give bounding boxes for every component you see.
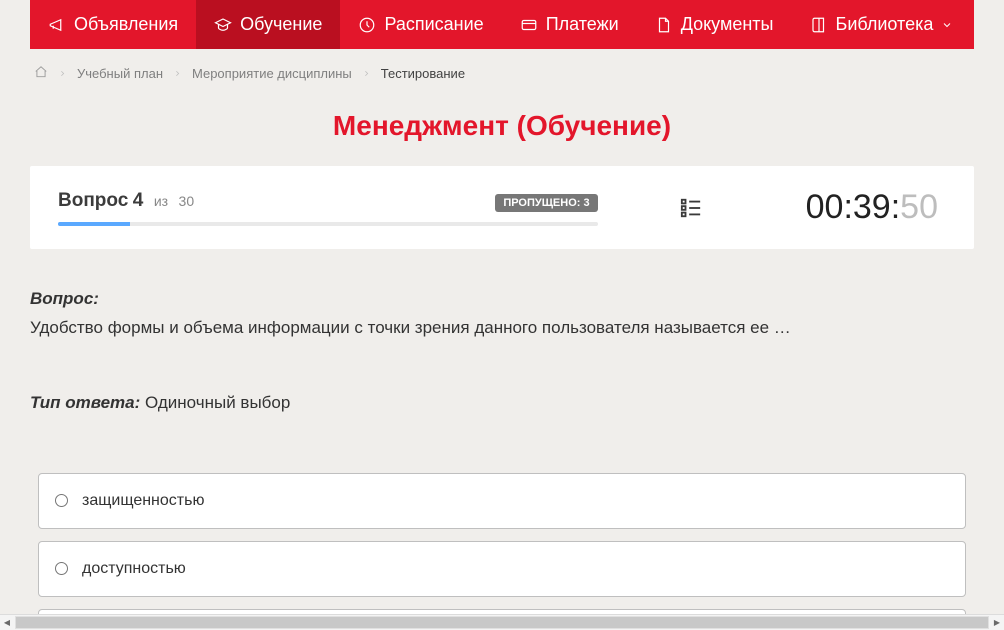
breadcrumb-current: Тестирование	[381, 66, 465, 81]
megaphone-icon	[48, 16, 66, 34]
chevron-right-icon	[362, 66, 371, 81]
scroll-track[interactable]	[15, 616, 989, 629]
question-of-word: из	[154, 193, 168, 209]
graduation-cap-icon	[214, 16, 232, 34]
progress-bar	[58, 222, 598, 226]
file-icon	[655, 16, 673, 34]
chevron-down-icon	[941, 19, 953, 31]
breadcrumb-link[interactable]: Учебный план	[77, 66, 163, 81]
answer-option[interactable]: защищенностью	[38, 473, 966, 529]
timer-seconds: 39	[853, 188, 891, 226]
question-number: 4	[133, 190, 144, 211]
scroll-left-arrow[interactable]: ◀	[0, 618, 14, 627]
chevron-right-icon	[58, 66, 67, 81]
nav-item-payments[interactable]: Платежи	[502, 0, 637, 49]
answer-type-value: Одиночный выбор	[145, 393, 290, 412]
question-status-card: Вопрос 4 из 30 ПРОПУЩЕНО: 3 00:39:50	[30, 166, 974, 249]
main-viewport[interactable]: Объявления Обучение Расписание Платежи Д…	[0, 0, 1004, 614]
timer-minutes: 00	[806, 188, 844, 226]
answer-option[interactable]: доступностью	[38, 541, 966, 597]
main-nav: Объявления Обучение Расписание Платежи Д…	[30, 0, 974, 49]
answers-list: защищенностью доступностью релевантность…	[38, 473, 966, 615]
scroll-thumb[interactable]	[16, 617, 988, 628]
progress-fill	[58, 222, 130, 226]
question-text: Удобство формы и объема информации с точ…	[30, 315, 974, 341]
nav-item-announcements[interactable]: Объявления	[30, 0, 196, 49]
answer-radio[interactable]	[55, 562, 68, 575]
nav-item-learning[interactable]: Обучение	[196, 0, 340, 49]
nav-label: Библиотека	[836, 14, 934, 35]
clock-icon	[358, 16, 376, 34]
answer-text: защищенностью	[82, 492, 204, 510]
question-label: Вопрос:	[30, 289, 974, 309]
answer-radio[interactable]	[55, 494, 68, 507]
nav-label: Объявления	[74, 14, 178, 35]
book-icon	[810, 16, 828, 34]
question-word: Вопрос	[58, 190, 128, 211]
scroll-right-arrow[interactable]: ▶	[990, 618, 1004, 627]
skipped-badge: ПРОПУЩЕНО: 3	[495, 194, 597, 212]
question-total: 30	[179, 193, 195, 209]
home-icon[interactable]	[34, 65, 48, 82]
page-title: Менеджмент (Обучение)	[0, 110, 1004, 142]
breadcrumb-link[interactable]: Мероприятие дисциплины	[192, 66, 352, 81]
nav-item-schedule[interactable]: Расписание	[340, 0, 501, 49]
nav-item-documents[interactable]: Документы	[637, 0, 792, 49]
question-content: Вопрос: Удобство формы и объема информац…	[30, 289, 974, 614]
breadcrumb: Учебный план Мероприятие дисциплины Тест…	[34, 65, 970, 82]
nav-label: Документы	[681, 14, 774, 35]
timer-ms: 50	[900, 188, 938, 226]
horizontal-scrollbar[interactable]: ◀ ▶	[0, 614, 1004, 630]
nav-label: Платежи	[546, 14, 619, 35]
nav-label: Обучение	[240, 14, 322, 35]
card-icon	[520, 16, 538, 34]
question-list-icon[interactable]	[678, 197, 706, 219]
chevron-right-icon	[173, 66, 182, 81]
answer-type-label: Тип ответа:	[30, 393, 140, 412]
nav-item-library[interactable]: Библиотека	[792, 0, 972, 49]
timer: 00:39:50	[806, 188, 938, 227]
nav-label: Расписание	[384, 14, 483, 35]
answer-text: доступностью	[82, 560, 186, 578]
